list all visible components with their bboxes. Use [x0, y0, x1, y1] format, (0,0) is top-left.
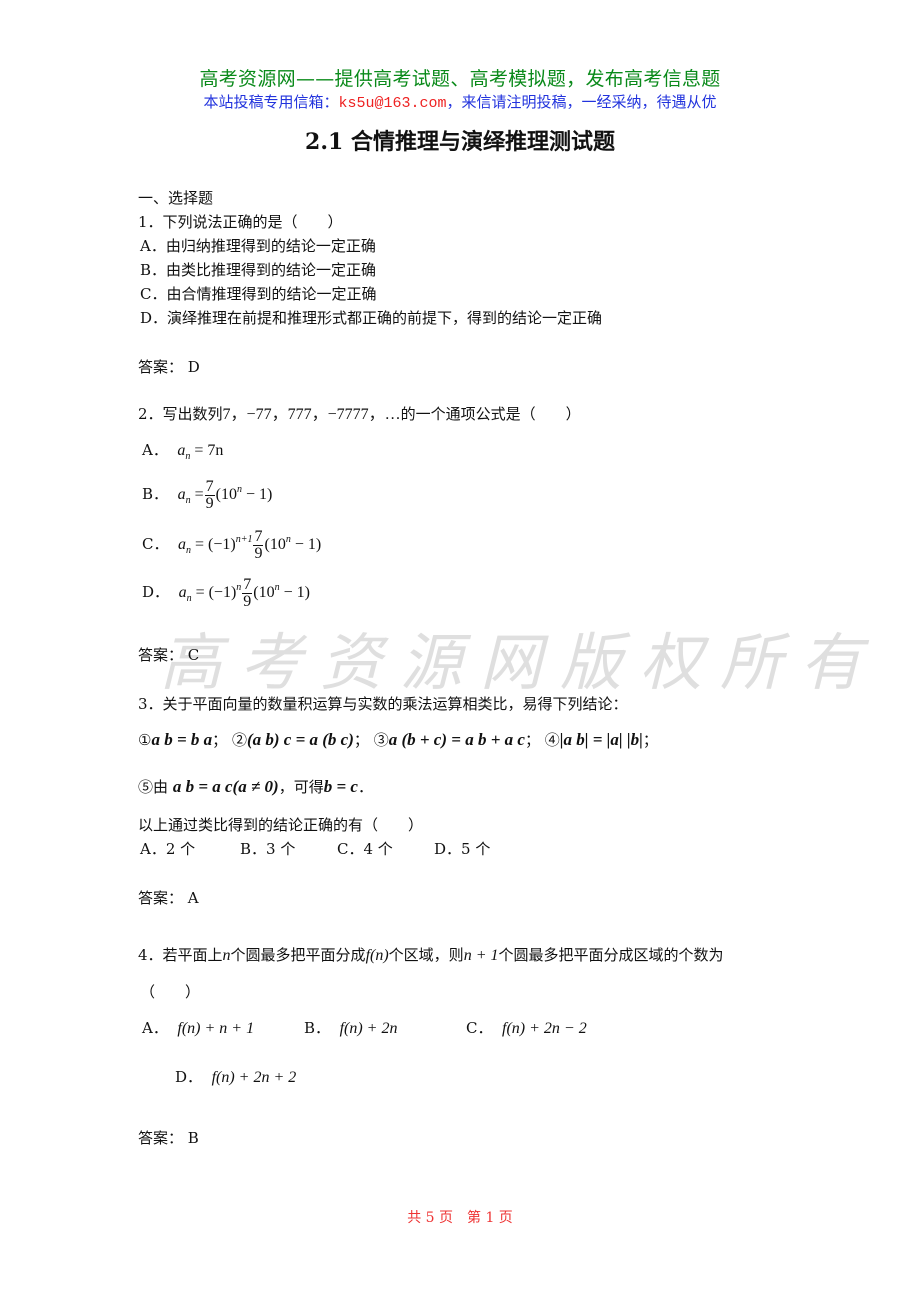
subscript: n: [186, 545, 192, 556]
var-a: a: [178, 584, 187, 601]
answer-label: 答案：: [138, 646, 184, 664]
answer-label: 答案：: [138, 1129, 184, 1147]
option-b: B． f(n) + 2n: [304, 1019, 398, 1037]
option-label: D．: [142, 583, 170, 601]
option-c: C．由合情推理得到的结论一定正确: [140, 285, 377, 303]
answer: 答案： A: [138, 886, 199, 910]
answer: 答案： D: [138, 355, 200, 379]
conclusion-1: ①a b = b a；: [138, 730, 228, 749]
option-d: D． an = (−1)n 7 9 (10n − 1): [142, 575, 310, 610]
option-a: A． an = 7n: [142, 438, 223, 469]
answer-value: D: [187, 358, 200, 376]
question-stem-line2: （ ）: [140, 983, 201, 1001]
conclusion-2: ②(a b) c = a (b c)；: [231, 730, 369, 749]
conclusion-4: ④|a b| = |a| |b|；: [544, 730, 658, 749]
page-title: 2.1 合情推理与演绎推理测试题: [305, 129, 615, 155]
option-label: B．: [142, 485, 169, 503]
contact-prefix: 本站投稿专用信箱：: [203, 93, 339, 111]
answer-value: B: [187, 1129, 199, 1147]
question-stem: 2．写出数列7，−77，777，−7777，…的一个通项公式是（ ）: [138, 402, 581, 427]
stem-suffix: 的一个通项公式是（ ）: [400, 405, 581, 423]
option-a: A． f(n) + n + 1: [142, 1019, 255, 1037]
conclusions-line: ①a b = b a； ②(a b) c = a (b c)； ③a (b + …: [138, 728, 658, 752]
subscript: n: [185, 451, 191, 462]
contact-suffix: ，来信请注明投稿，一经采纳，待遇从优: [446, 93, 717, 111]
var-a: a: [177, 486, 186, 503]
question-stem: 4．若平面上n个圆最多把平面分成f(n)个区域，则n + 1个圆最多把平面分成区…: [138, 946, 724, 964]
contact-line: 本站投稿专用信箱：ks5u@163.com，来信请注明投稿，一经采纳，待遇从优: [0, 91, 920, 112]
option-b: B． an = 7 9 (10n − 1): [142, 477, 273, 512]
fraction: 79: [253, 527, 264, 562]
subscript: n: [185, 495, 191, 506]
option-c: C．4 个: [337, 840, 393, 858]
answer-label: 答案：: [138, 889, 184, 907]
expression: = 7n: [194, 442, 224, 459]
option-d: D． f(n) + 2n + 2: [175, 1068, 297, 1086]
answer-label: 答案：: [138, 358, 184, 376]
section-heading: 一、选择题: [138, 189, 214, 207]
option-label: C．: [142, 535, 169, 553]
var-a: a: [178, 536, 187, 553]
sequence: 7，−77，777，−7777，…: [222, 406, 401, 423]
page-footer: 共 5 页 第 1 页: [407, 1210, 513, 1226]
option-d: D．5 个: [434, 840, 491, 858]
contact-email-link[interactable]: ks5u@163.com: [338, 95, 446, 112]
question-stem: 1．下列说法正确的是（ ）: [138, 213, 343, 231]
option-b: B．由类比推理得到的结论一定正确: [140, 261, 377, 279]
fraction: 79: [242, 575, 253, 610]
site-banner: 高考资源网——提供高考试题、高考模拟题，发布高考信息题: [199, 68, 721, 90]
conclusion-3: ③a (b + c) = a b + a c；: [373, 730, 540, 749]
option-label: A．: [142, 441, 168, 459]
subscript: n: [186, 593, 192, 604]
conclusion-5: ⑤由 a b = a c(a ≠ 0)，可得b = c．: [138, 777, 373, 796]
option-a: A．由归纳推理得到的结论一定正确: [140, 237, 376, 255]
answer: 答案： B: [138, 1126, 199, 1150]
option-c: C． f(n) + 2n − 2: [466, 1019, 587, 1037]
question-stem-2: 以上通过类比得到的结论正确的有（ ）: [138, 816, 424, 834]
question-stem: 3．关于平面向量的数量积运算与实数的乘法运算相类比，易得下列结论：: [138, 695, 628, 713]
option-a: A．2 个: [140, 840, 196, 858]
stem-prefix: 2．写出数列: [138, 405, 223, 423]
fraction: 79: [204, 477, 215, 512]
option-b: B．3 个: [240, 840, 296, 858]
option-c: C． an = (−1)n+1 7 9 (10n − 1): [142, 527, 322, 562]
answer: 答案： C: [138, 643, 199, 667]
answer-value: C: [187, 646, 200, 664]
option-d: D．演绎推理在前提和推理形式都正确的前提下，得到的结论一定正确: [140, 309, 603, 327]
answer-value: A: [187, 889, 199, 907]
watermark: 高考资源网版权所有: [160, 626, 881, 699]
